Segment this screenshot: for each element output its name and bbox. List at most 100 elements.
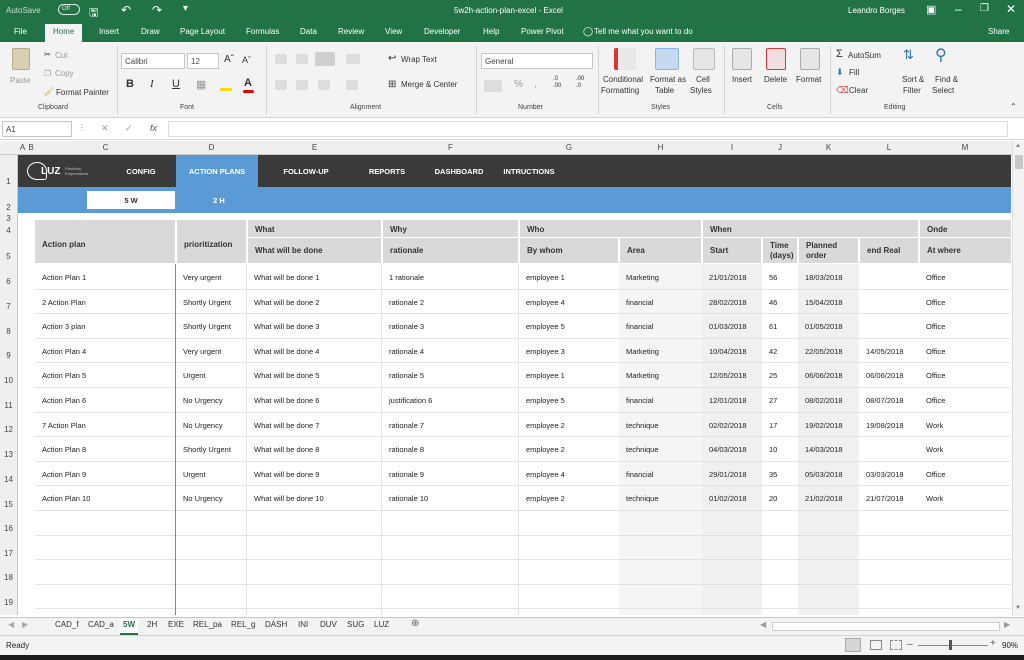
zoom-out-icon[interactable]: – xyxy=(907,639,913,650)
cell-action-plan[interactable]: Action Plan 9 xyxy=(35,461,86,485)
cell-why[interactable]: rationale 9 xyxy=(382,461,424,485)
cell-planned[interactable]: 06/06/2018 xyxy=(798,362,843,386)
hscroll-left-icon[interactable]: ◀ xyxy=(760,620,766,629)
cell-action-plan[interactable]: Action Plan 5 xyxy=(35,362,86,386)
cell-planned[interactable]: 05/03/2018 xyxy=(798,461,843,485)
cell-time[interactable]: 46 xyxy=(762,289,777,313)
sheet-tab[interactable]: SUG xyxy=(347,620,364,629)
cell-area[interactable]: technique xyxy=(619,485,659,509)
scroll-up-icon[interactable]: ▲ xyxy=(1015,143,1021,149)
cell-prioritization[interactable]: Shortly Urgent xyxy=(176,436,231,460)
cell-time[interactable]: 56 xyxy=(762,264,777,288)
cell-what[interactable]: What will be done 2 xyxy=(247,289,319,313)
cell-action-plan[interactable]: Action Plan 10 xyxy=(35,485,90,509)
cell-where[interactable]: Work xyxy=(919,485,943,509)
next-sheet-icon[interactable]: ▶ xyxy=(22,620,28,629)
cell-end-real[interactable] xyxy=(859,264,866,288)
cell-what[interactable]: What will be done 5 xyxy=(247,362,319,386)
cell-who[interactable]: employee 3 xyxy=(519,338,565,362)
cell-action-plan[interactable]: Action Plan 1 xyxy=(35,264,86,288)
cell-where[interactable]: Work xyxy=(919,436,943,460)
cell-prioritization[interactable]: Shortly Urgent xyxy=(176,289,231,313)
cell-who[interactable]: employee 1 xyxy=(519,264,565,288)
cell-why[interactable]: justification 6 xyxy=(382,387,432,411)
cell-time[interactable]: 61 xyxy=(762,313,777,337)
vertical-scrollbar[interactable]: ▲ ▼ xyxy=(1012,141,1024,616)
cell-area[interactable]: financial xyxy=(619,387,654,411)
zoom-slider-thumb[interactable] xyxy=(949,640,952,650)
sheet-tab[interactable]: CAD_a xyxy=(88,620,114,629)
cell-why[interactable]: rationale 2 xyxy=(382,289,424,313)
cell-planned[interactable]: 22/05/2018 xyxy=(798,338,843,362)
sheet-tab[interactable]: EXE xyxy=(168,620,184,629)
cell-prioritization[interactable]: No Urgency xyxy=(176,412,223,436)
cell-why[interactable]: rationale 10 xyxy=(382,485,428,509)
cell-start[interactable]: 29/01/2018 xyxy=(702,461,747,485)
sheet-tab[interactable]: DASH xyxy=(265,620,287,629)
cell-why[interactable]: rationale 4 xyxy=(382,338,424,362)
cell-what[interactable]: What will be done 10 xyxy=(247,485,324,509)
prev-sheet-icon[interactable]: ◀ xyxy=(8,620,14,629)
cell-what[interactable]: What will be done 3 xyxy=(247,313,319,337)
cell-end-real[interactable]: 08/07/2018 xyxy=(859,387,904,411)
cell-who[interactable]: employee 4 xyxy=(519,461,565,485)
cell-who[interactable]: employee 5 xyxy=(519,387,565,411)
cell-where[interactable]: Office xyxy=(919,313,945,337)
cell-prioritization[interactable]: Urgent xyxy=(176,461,206,485)
page-layout-view-icon[interactable] xyxy=(870,640,882,650)
cell-start[interactable]: 12/05/2018 xyxy=(702,362,747,386)
cell-action-plan[interactable]: 2 Action Plan xyxy=(35,289,86,313)
zoom-level[interactable]: 90% xyxy=(1002,641,1018,650)
cell-what[interactable]: What will be done 1 xyxy=(247,264,319,288)
cell-planned[interactable]: 21/02/2018 xyxy=(798,485,843,509)
sheet-tab[interactable]: 2H xyxy=(147,620,157,629)
cell-area[interactable]: financial xyxy=(619,313,654,337)
cell-start[interactable]: 12/01/2018 xyxy=(702,387,747,411)
cell-action-plan[interactable]: Action 3 plan xyxy=(35,313,85,337)
cell-action-plan[interactable]: Action Plan 6 xyxy=(35,387,86,411)
cell-who[interactable]: employee 2 xyxy=(519,436,565,460)
cell-where[interactable]: Office xyxy=(919,264,945,288)
sheet-tab[interactable]: LUZ xyxy=(374,620,389,629)
sheet-tab[interactable]: DUV xyxy=(320,620,337,629)
cell-why[interactable]: rationale 7 xyxy=(382,412,424,436)
cell-time[interactable]: 42 xyxy=(762,338,777,362)
cell-end-real[interactable]: 19/08/2018 xyxy=(859,412,904,436)
cell-start[interactable]: 10/04/2018 xyxy=(702,338,747,362)
cell-start[interactable]: 21/01/2018 xyxy=(702,264,747,288)
cell-time[interactable]: 27 xyxy=(762,387,777,411)
cell-time[interactable]: 17 xyxy=(762,412,777,436)
cell-time[interactable]: 35 xyxy=(762,461,777,485)
cell-time[interactable]: 25 xyxy=(762,362,777,386)
cell-end-real[interactable]: 21/07/2018 xyxy=(859,485,904,509)
cell-area[interactable]: technique xyxy=(619,412,659,436)
cell-start[interactable]: 02/02/2018 xyxy=(702,412,747,436)
cell-where[interactable]: Office xyxy=(919,362,945,386)
cell-time[interactable]: 20 xyxy=(762,485,777,509)
cell-planned[interactable]: 18/03/2018 xyxy=(798,264,843,288)
cell-prioritization[interactable]: Very urgent xyxy=(176,338,221,362)
cell-action-plan[interactable]: Action Plan 4 xyxy=(35,338,86,362)
cell-planned[interactable]: 15/04/2018 xyxy=(798,289,843,313)
cell-prioritization[interactable]: Very urgent xyxy=(176,264,221,288)
cell-area[interactable]: Marketing xyxy=(619,338,659,362)
zoom-slider[interactable] xyxy=(918,645,988,646)
sheet-tab[interactable]: CAD_f xyxy=(55,620,79,629)
cell-start[interactable]: 28/02/2018 xyxy=(702,289,747,313)
cell-area[interactable]: financial xyxy=(619,461,654,485)
cell-planned[interactable]: 08/02/2018 xyxy=(798,387,843,411)
cell-start[interactable]: 01/03/2018 xyxy=(702,313,747,337)
cell-who[interactable]: employee 5 xyxy=(519,313,565,337)
cell-why[interactable]: rationale 3 xyxy=(382,313,424,337)
cell-why[interactable]: rationale 8 xyxy=(382,436,424,460)
cell-end-real[interactable] xyxy=(859,289,866,313)
cell-where[interactable]: Office xyxy=(919,387,945,411)
cell-end-real[interactable]: 03/03/2018 xyxy=(859,461,904,485)
sheet-tab[interactable]: INI xyxy=(298,620,308,629)
cell-who[interactable]: employee 2 xyxy=(519,412,565,436)
cell-prioritization[interactable]: No Urgency xyxy=(176,485,223,509)
cell-prioritization[interactable]: No Urgency xyxy=(176,387,223,411)
sheet-tab[interactable]: REL_g xyxy=(231,620,255,629)
page-break-view-icon[interactable] xyxy=(890,640,902,650)
cell-planned[interactable]: 19/02/2018 xyxy=(798,412,843,436)
